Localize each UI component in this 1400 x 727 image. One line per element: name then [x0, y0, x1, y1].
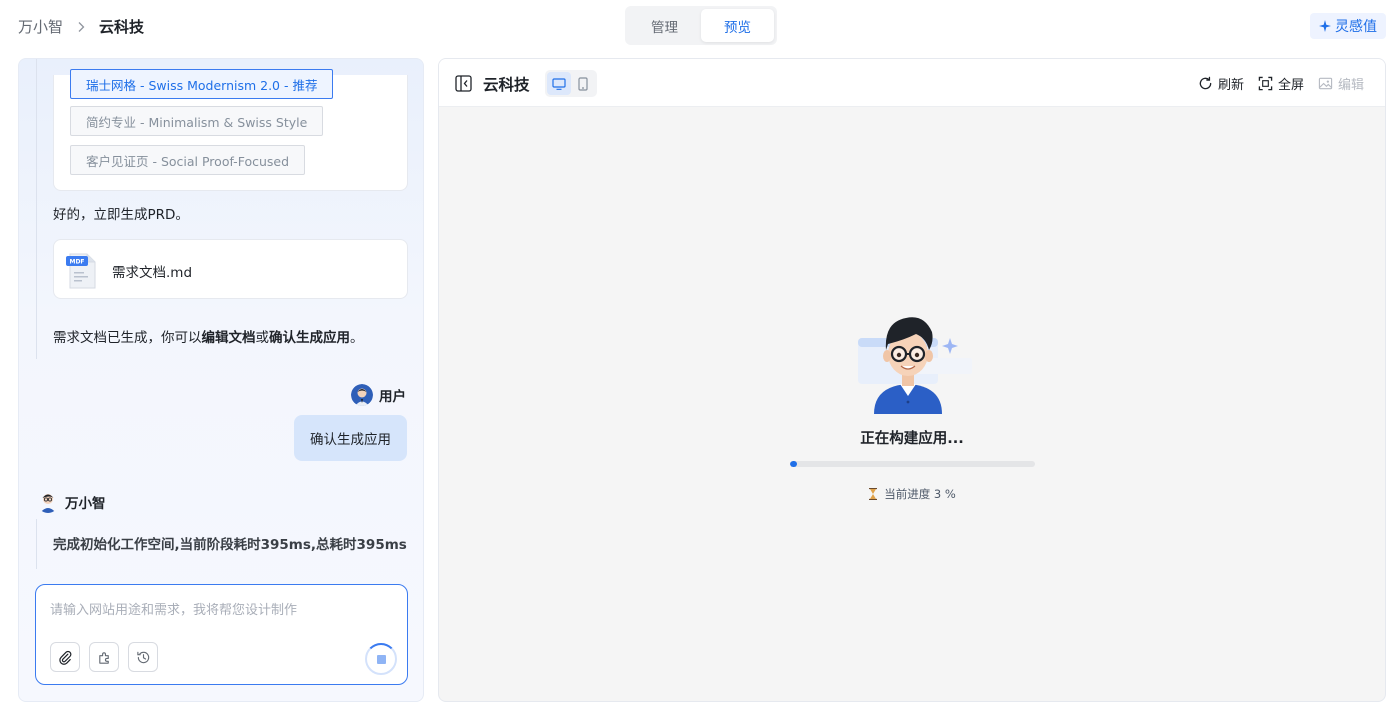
fullscreen-icon: [1258, 76, 1273, 91]
doc-generated-prefix: 需求文档已生成，你可以: [53, 330, 202, 346]
device-toggle: [545, 70, 597, 97]
user-message-header: 用户: [351, 384, 406, 406]
file-badge: MDF: [69, 259, 84, 266]
tab-preview[interactable]: 预览: [701, 9, 774, 42]
fullscreen-button[interactable]: 全屏: [1258, 74, 1304, 93]
paperclip-icon: [58, 650, 71, 665]
breadcrumb-root[interactable]: 万小智: [18, 16, 63, 37]
edit-doc-link[interactable]: 编辑文档: [202, 330, 256, 346]
build-progress-bar: [790, 461, 1035, 467]
refresh-icon: [1199, 76, 1212, 90]
view-tabs: 管理 预览: [625, 6, 777, 45]
plugin-button[interactable]: [89, 642, 119, 672]
user-avatar: [351, 384, 373, 406]
style-options-card: 瑞士网格 - Swiss Modernism 2.0 - 推荐 简约专业 - M…: [53, 69, 408, 191]
build-status-area: 正在构建应用... 当前进度 3 %: [439, 107, 1385, 701]
chat-input[interactable]: [50, 599, 390, 629]
mobile-view-button[interactable]: [571, 72, 595, 95]
sidebar-collapse-icon[interactable]: [455, 75, 472, 92]
confirm-generate-link[interactable]: 确认生成应用: [269, 330, 350, 346]
style-option-social-proof[interactable]: 客户见证页 - Social Proof-Focused: [70, 145, 306, 175]
edit-button[interactable]: 编辑: [1318, 74, 1364, 93]
thread-line: [36, 519, 37, 569]
build-status-text: 正在构建应用...: [860, 431, 964, 447]
breadcrumb: 万小智 云科技: [18, 16, 144, 37]
build-progress-fill: [790, 461, 798, 467]
tab-manage[interactable]: 管理: [628, 9, 701, 42]
mobile-icon: [578, 76, 588, 91]
style-option-minimal[interactable]: 简约专业 - Minimalism & Swiss Style: [70, 106, 324, 136]
history-icon: [136, 651, 149, 663]
preview-panel: 云科技 刷新 全屏 编辑 正在构建应用... 当前进度 3 %: [438, 58, 1386, 702]
build-progress-label: 当前进度 3 %: [439, 486, 1385, 502]
stop-generation-button[interactable]: [365, 643, 397, 675]
ai-reply-generate-prd: 好的，立即生成PRD。: [53, 207, 189, 223]
image-edit-icon: [1318, 77, 1333, 90]
refresh-label: 刷新: [1218, 78, 1245, 93]
puzzle-icon: [98, 651, 109, 664]
ai-message-header: 万小智: [37, 491, 106, 513]
ai-reply-doc-generated: 需求文档已生成，你可以编辑文档或确认生成应用。: [53, 326, 364, 346]
refresh-button[interactable]: 刷新: [1198, 74, 1244, 93]
file-name: 需求文档.md: [112, 265, 193, 281]
desktop-view-button[interactable]: [547, 72, 571, 95]
history-button[interactable]: [128, 642, 158, 672]
edit-label: 编辑: [1338, 78, 1365, 93]
attach-button[interactable]: [50, 642, 80, 672]
inspiration-button[interactable]: 灵感值: [1310, 13, 1386, 39]
breadcrumb-current: 云科技: [99, 18, 145, 36]
stop-icon: [376, 654, 386, 664]
markdown-file-icon: MDF: [66, 253, 96, 289]
style-option-swiss[interactable]: 瑞士网格 - Swiss Modernism 2.0 - 推荐: [70, 69, 334, 99]
chat-input-box: [35, 584, 408, 685]
preview-title: 云科技: [483, 76, 530, 94]
doc-generated-suffix: 。: [350, 330, 364, 346]
desktop-icon: [552, 77, 566, 90]
sparkle-icon: [1319, 20, 1331, 32]
fullscreen-label: 全屏: [1278, 78, 1305, 93]
doc-generated-middle: 或: [255, 330, 270, 346]
ai-status-message: 完成初始化工作空间,当前阶段耗时395ms,总耗时395ms: [53, 537, 407, 553]
progress-text: 当前进度 3 %: [884, 487, 956, 501]
chat-panel: 瑞士网格 - Swiss Modernism 2.0 - 推荐 简约专业 - M…: [18, 58, 424, 702]
user-message-bubble: 确认生成应用: [294, 415, 407, 461]
thread-line: [36, 59, 37, 359]
user-name: 用户: [379, 389, 406, 405]
hourglass-icon: [869, 488, 878, 500]
building-mascot-illustration: [858, 317, 972, 414]
chevron-right-icon: [71, 17, 91, 37]
inspiration-label: 灵感值: [1335, 19, 1377, 35]
ai-name: 万小智: [65, 496, 106, 512]
top-bar: 万小智 云科技 管理 预览 灵感值: [0, 0, 1400, 52]
preview-toolbar: 云科技 刷新 全屏 编辑: [439, 59, 1385, 107]
ai-avatar: [37, 491, 59, 513]
file-card[interactable]: MDF 需求文档.md: [53, 239, 408, 299]
